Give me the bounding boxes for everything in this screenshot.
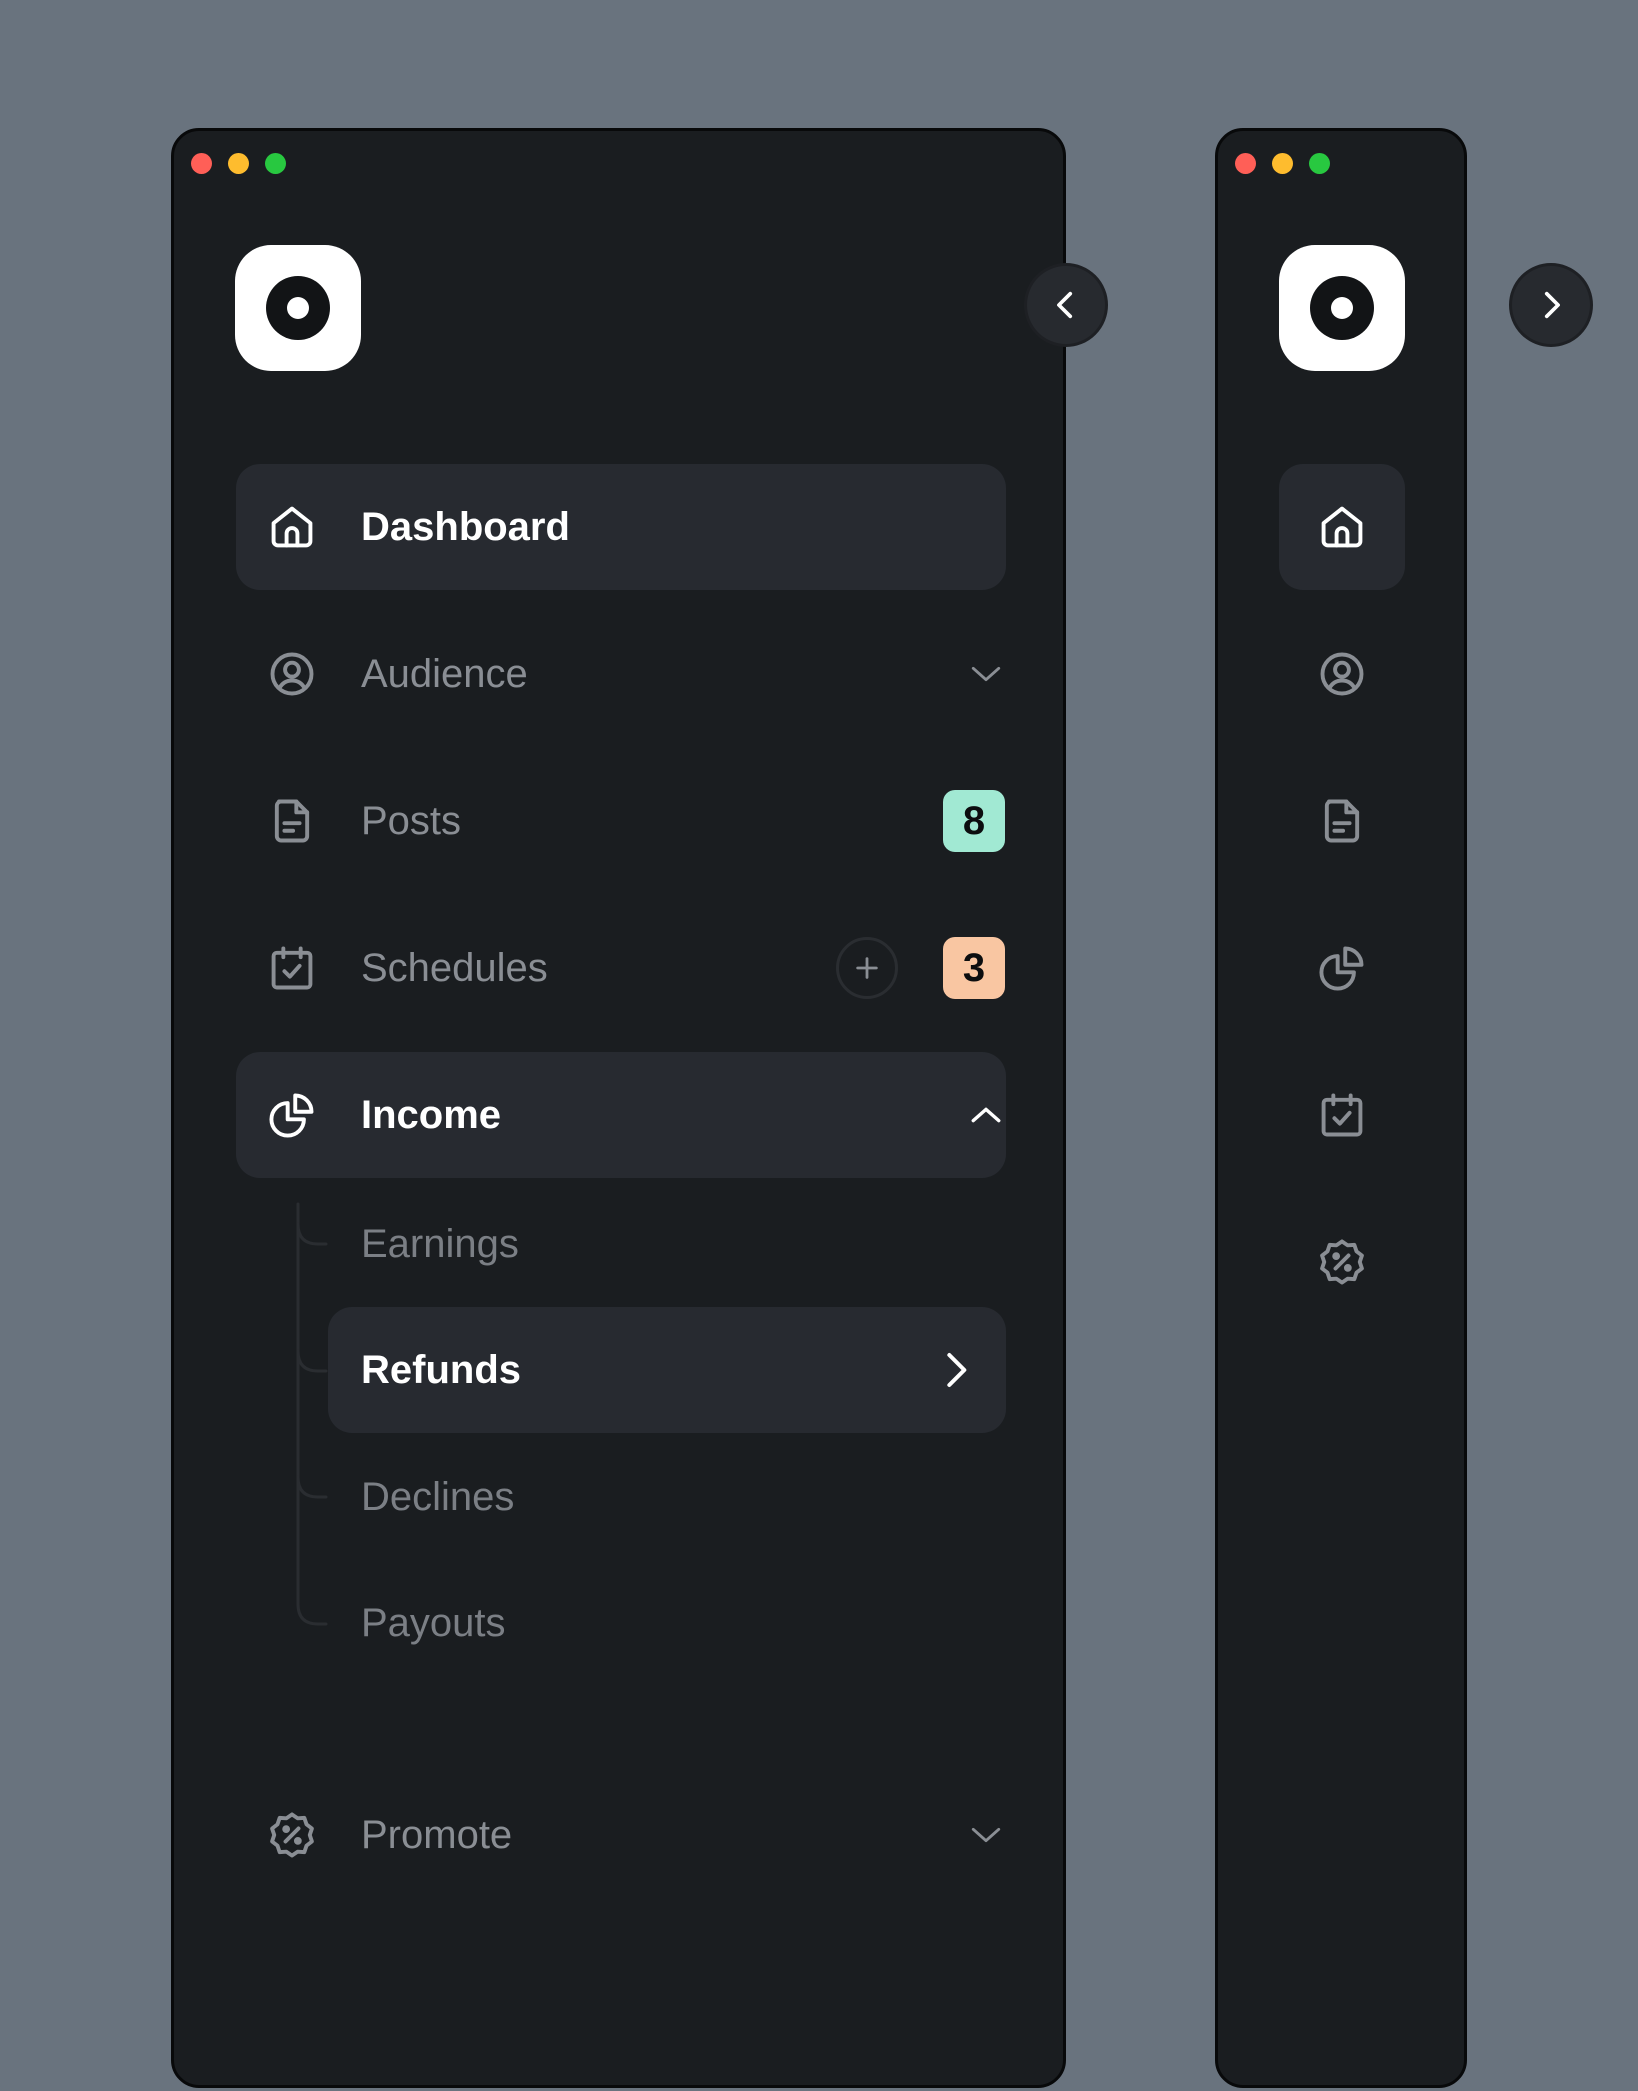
collapsed-item-home[interactable] (1279, 464, 1405, 590)
discount-badge-icon (270, 1812, 314, 1858)
calendar-check-icon (271, 946, 313, 990)
window-controls (1235, 153, 1330, 174)
maximize-window-dot[interactable] (265, 153, 286, 174)
close-window-dot[interactable] (1235, 153, 1256, 174)
subnav-item-payouts[interactable]: Payouts (328, 1560, 1006, 1686)
nav-label-schedules: Schedules (361, 946, 548, 990)
logo-mark (1310, 276, 1374, 340)
add-schedule-button[interactable] (836, 937, 898, 999)
collapsed-item-promote[interactable] (1279, 1199, 1405, 1325)
nav-label-audience: Audience (361, 652, 528, 696)
subnav-label-payouts: Payouts (361, 1601, 506, 1645)
close-window-dot[interactable] (191, 153, 212, 174)
collapsed-item-audience[interactable] (1279, 611, 1405, 737)
calendar-check-icon (1321, 1093, 1363, 1137)
document-icon (1324, 799, 1360, 843)
subnav-label-refunds: Refunds (361, 1348, 521, 1392)
window-controls (191, 153, 286, 174)
home-icon (1321, 506, 1363, 548)
chevron-down-icon[interactable] (969, 1818, 1003, 1852)
nav-item-promote[interactable]: Promote (236, 1772, 1006, 1898)
nav-item-posts[interactable]: Posts 8 (236, 758, 1006, 884)
collapse-sidebar-button[interactable] (1024, 263, 1108, 347)
expand-sidebar-button[interactable] (1509, 263, 1593, 347)
logo-mark (266, 276, 330, 340)
maximize-window-dot[interactable] (1309, 153, 1330, 174)
chevron-right-icon (1544, 291, 1560, 319)
plus-icon (856, 957, 878, 979)
subnav-item-declines[interactable]: Declines (328, 1434, 1006, 1560)
expanded-sidebar: Dashboard Audience Posts 8 Schedules 3 I… (171, 128, 1066, 2088)
home-icon (271, 506, 313, 548)
subnav-item-earnings[interactable]: Earnings (328, 1181, 1006, 1307)
collapsed-item-income[interactable] (1279, 905, 1405, 1031)
nav-label-income: Income (361, 1093, 502, 1137)
nav-label-posts: Posts (361, 799, 462, 843)
nav-item-audience[interactable]: Audience (236, 611, 1006, 737)
minimize-window-dot[interactable] (228, 153, 249, 174)
subnav-label-declines: Declines (361, 1475, 515, 1519)
collapsed-sidebar (1215, 128, 1467, 2088)
chevron-right-icon (947, 1353, 967, 1387)
pie-chart-icon (269, 1093, 314, 1138)
collapsed-item-posts[interactable] (1279, 758, 1405, 884)
app-logo[interactable] (235, 245, 361, 371)
subnav-item-refunds[interactable]: Refunds (328, 1307, 1006, 1433)
collapsed-item-schedules[interactable] (1279, 1052, 1405, 1178)
nav-item-income[interactable]: Income (236, 1052, 1006, 1178)
user-circle-icon (1320, 652, 1364, 696)
posts-count-badge: 8 (943, 790, 1005, 852)
nav-label-promote: Promote (361, 1813, 513, 1857)
chevron-left-icon (1057, 291, 1073, 319)
app-logo[interactable] (1279, 245, 1405, 371)
minimize-window-dot[interactable] (1272, 153, 1293, 174)
user-circle-icon (270, 652, 314, 696)
schedules-count-badge: 3 (943, 937, 1005, 999)
pie-chart-icon (1319, 946, 1364, 991)
nav-label-dashboard: Dashboard (361, 505, 570, 549)
nav-item-dashboard[interactable]: Dashboard (236, 464, 1006, 590)
subnav-label-earnings: Earnings (361, 1222, 519, 1266)
discount-badge-icon (1320, 1239, 1364, 1285)
nav-item-schedules[interactable]: Schedules 3 (236, 905, 1006, 1031)
chevron-up-icon[interactable] (969, 1098, 1003, 1132)
document-icon (274, 799, 310, 843)
chevron-down-icon[interactable] (969, 657, 1003, 691)
